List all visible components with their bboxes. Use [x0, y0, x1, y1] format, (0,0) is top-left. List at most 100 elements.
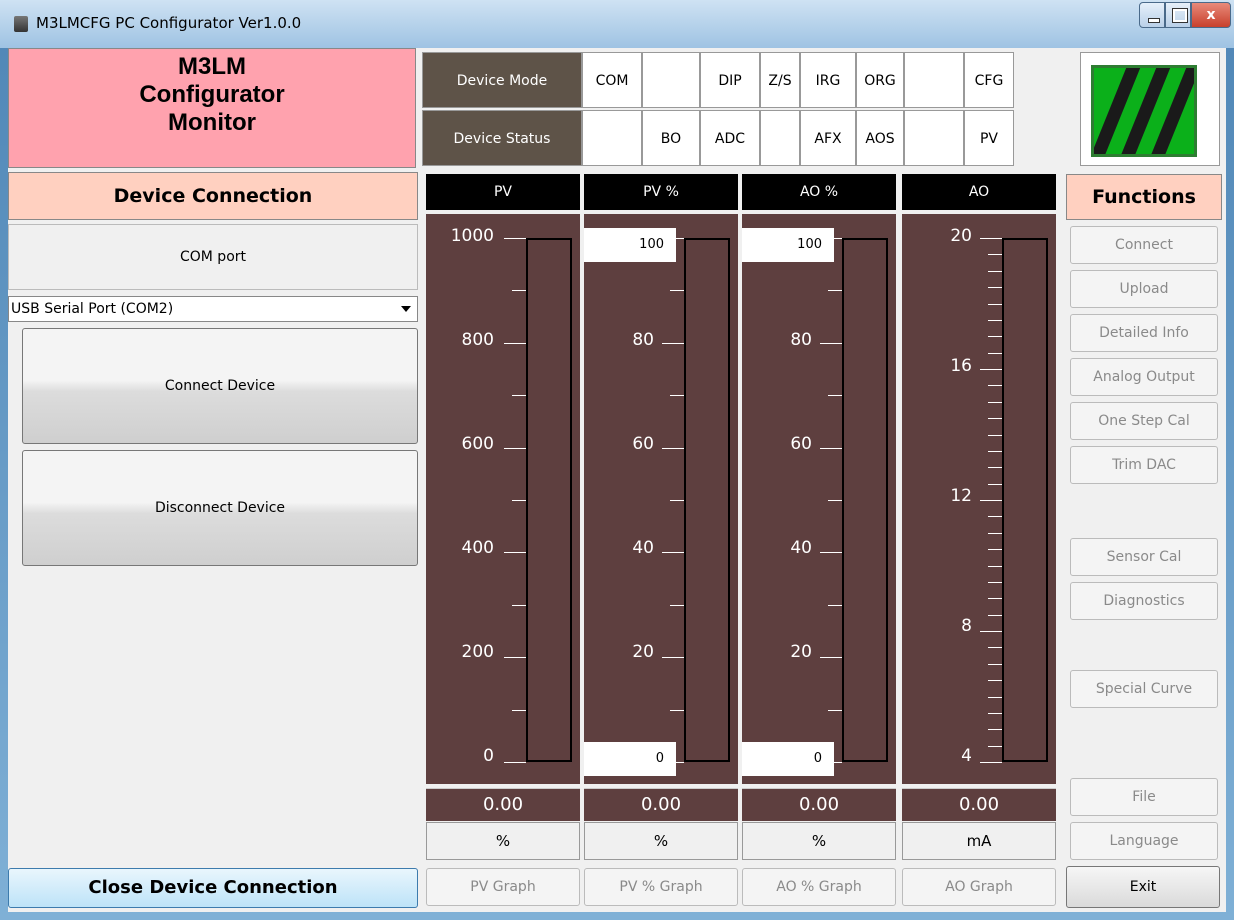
pv-percent-unit: %: [584, 822, 738, 860]
ao-percent-graph-button[interactable]: AO % Graph: [742, 868, 896, 906]
app-icon: [14, 16, 28, 32]
com-port-value: USB Serial Port (COM2): [11, 301, 174, 317]
mode-cell: CFG: [964, 52, 1014, 108]
title-bar[interactable]: M3LMCFG PC Configurator Ver1.0.0 x: [0, 0, 1234, 48]
scale-tick: [988, 254, 1002, 256]
scale-tick: [820, 762, 842, 763]
scale-tick: [512, 290, 526, 292]
pv-bar: [526, 238, 572, 762]
scale-tick: [988, 729, 1002, 731]
maximize-button[interactable]: [1165, 2, 1191, 28]
close-device-connection-button[interactable]: Close Device Connection: [8, 868, 418, 908]
monitor-title-line-3: Monitor: [168, 109, 256, 136]
scale-tick: [988, 549, 1002, 551]
pv-unit: %: [426, 822, 580, 860]
detailed-info-button[interactable]: Detailed Info: [1070, 314, 1218, 352]
pv-percent-meter-title: PV %: [584, 174, 738, 210]
pv-tick-label: 400: [461, 538, 494, 558]
scale-tick: [988, 483, 1002, 485]
one-step-cal-button[interactable]: One Step Cal: [1070, 402, 1218, 440]
language-button[interactable]: Language: [1070, 822, 1218, 860]
pv-tick-label: 600: [461, 434, 494, 454]
scale-tick: [820, 552, 842, 554]
monitor-title-line-2: Configurator: [139, 81, 285, 108]
connect-button[interactable]: Connect: [1070, 226, 1218, 264]
scale-tick: [988, 680, 1002, 682]
sensor-cal-button[interactable]: Sensor Cal: [1070, 538, 1218, 576]
connect-device-button[interactable]: Connect Device: [22, 328, 418, 444]
com-port-select[interactable]: USB Serial Port (COM2): [8, 296, 418, 322]
scale-tick: [980, 762, 1002, 763]
pv-percent-meter: 100 80 60 40 20 0: [584, 214, 738, 784]
mode-cell: ORG: [856, 52, 904, 108]
close-window-button[interactable]: x: [1191, 2, 1231, 28]
scale-tick: [820, 238, 842, 239]
pv-percent-graph-button[interactable]: PV % Graph: [584, 868, 738, 906]
device-connection-header: Device Connection: [8, 172, 418, 220]
pv-tick-label: 800: [461, 330, 494, 350]
ao-graph-button[interactable]: AO Graph: [902, 868, 1056, 906]
ao-tick-label: 12: [950, 486, 972, 506]
window-title: M3LMCFG PC Configurator Ver1.0.0: [36, 14, 302, 32]
scale-tick: [662, 762, 684, 763]
minimize-button[interactable]: [1139, 2, 1165, 28]
mode-cell: DIP: [700, 52, 760, 108]
scale-tick: [988, 401, 1002, 403]
dropdown-arrow-icon[interactable]: [401, 306, 411, 312]
upload-button[interactable]: Upload: [1070, 270, 1218, 308]
diagnostics-button[interactable]: Diagnostics: [1070, 582, 1218, 620]
scale-tick: [504, 238, 526, 239]
scale-tick: [504, 762, 526, 763]
ao-percent-value: 0.00: [742, 788, 896, 821]
scale-tick: [988, 614, 1002, 616]
company-logo: [1080, 52, 1220, 166]
device-mode-label: Device Mode: [422, 52, 582, 108]
pv-graph-button[interactable]: PV Graph: [426, 868, 580, 906]
ao-unit: mA: [902, 822, 1056, 860]
ao-meter: 20 16 12 8 4: [902, 214, 1056, 784]
file-button[interactable]: File: [1070, 778, 1218, 816]
ao-tick-label: 20: [950, 226, 972, 246]
analog-output-button[interactable]: Analog Output: [1070, 358, 1218, 396]
ao-percent-bar: [842, 238, 888, 762]
scale-tick: [662, 657, 684, 659]
scale-tick: [980, 369, 1002, 370]
scale-tick: [988, 352, 1002, 354]
scale-tick: [988, 565, 1002, 567]
special-curve-button[interactable]: Special Curve: [1070, 670, 1218, 708]
scale-tick: [512, 604, 526, 606]
disconnect-device-button[interactable]: Disconnect Device: [22, 450, 418, 566]
ao-tick-label: 8: [961, 616, 972, 636]
mode-cell: IRG: [800, 52, 856, 108]
ao-bar: [1002, 238, 1048, 762]
scale-tick: [670, 604, 684, 606]
scale-tick: [988, 532, 1002, 534]
mode-cell: [642, 52, 700, 108]
scale-tick: [988, 303, 1002, 305]
monitor-title-line-1: M3LM: [178, 53, 246, 80]
scale-tick: [670, 395, 684, 397]
scale-tick: [504, 657, 526, 659]
status-cell: BO: [642, 110, 700, 166]
scale-tick: [988, 712, 1002, 714]
scale-tick: [980, 500, 1002, 501]
ao-percent-meter: 100 80 60 40 20 0: [742, 214, 896, 784]
device-status-label: Device Status: [422, 110, 582, 166]
trim-dac-button[interactable]: Trim DAC: [1070, 446, 1218, 484]
monitor-title-panel: M3LM Configurator Monitor: [8, 48, 416, 168]
ao-percent-upper-limit[interactable]: 100: [742, 228, 834, 262]
scale-tick: [988, 581, 1002, 583]
com-port-label: COM port: [8, 224, 418, 290]
scale-tick: [980, 238, 1002, 239]
pv-percent-lower-limit[interactable]: 0: [584, 742, 676, 776]
pv-percent-upper-limit[interactable]: 100: [584, 228, 676, 262]
ao-percent-lower-limit[interactable]: 0: [742, 742, 834, 776]
scale-tick: [820, 657, 842, 659]
scale-tick: [828, 395, 842, 397]
exit-button[interactable]: Exit: [1066, 866, 1220, 908]
scale-tick: [512, 395, 526, 397]
scale-tick: [670, 500, 684, 501]
scale-tick: [988, 336, 1002, 338]
pv-tick-label: 1000: [450, 226, 494, 246]
mode-cell: COM: [582, 52, 642, 108]
